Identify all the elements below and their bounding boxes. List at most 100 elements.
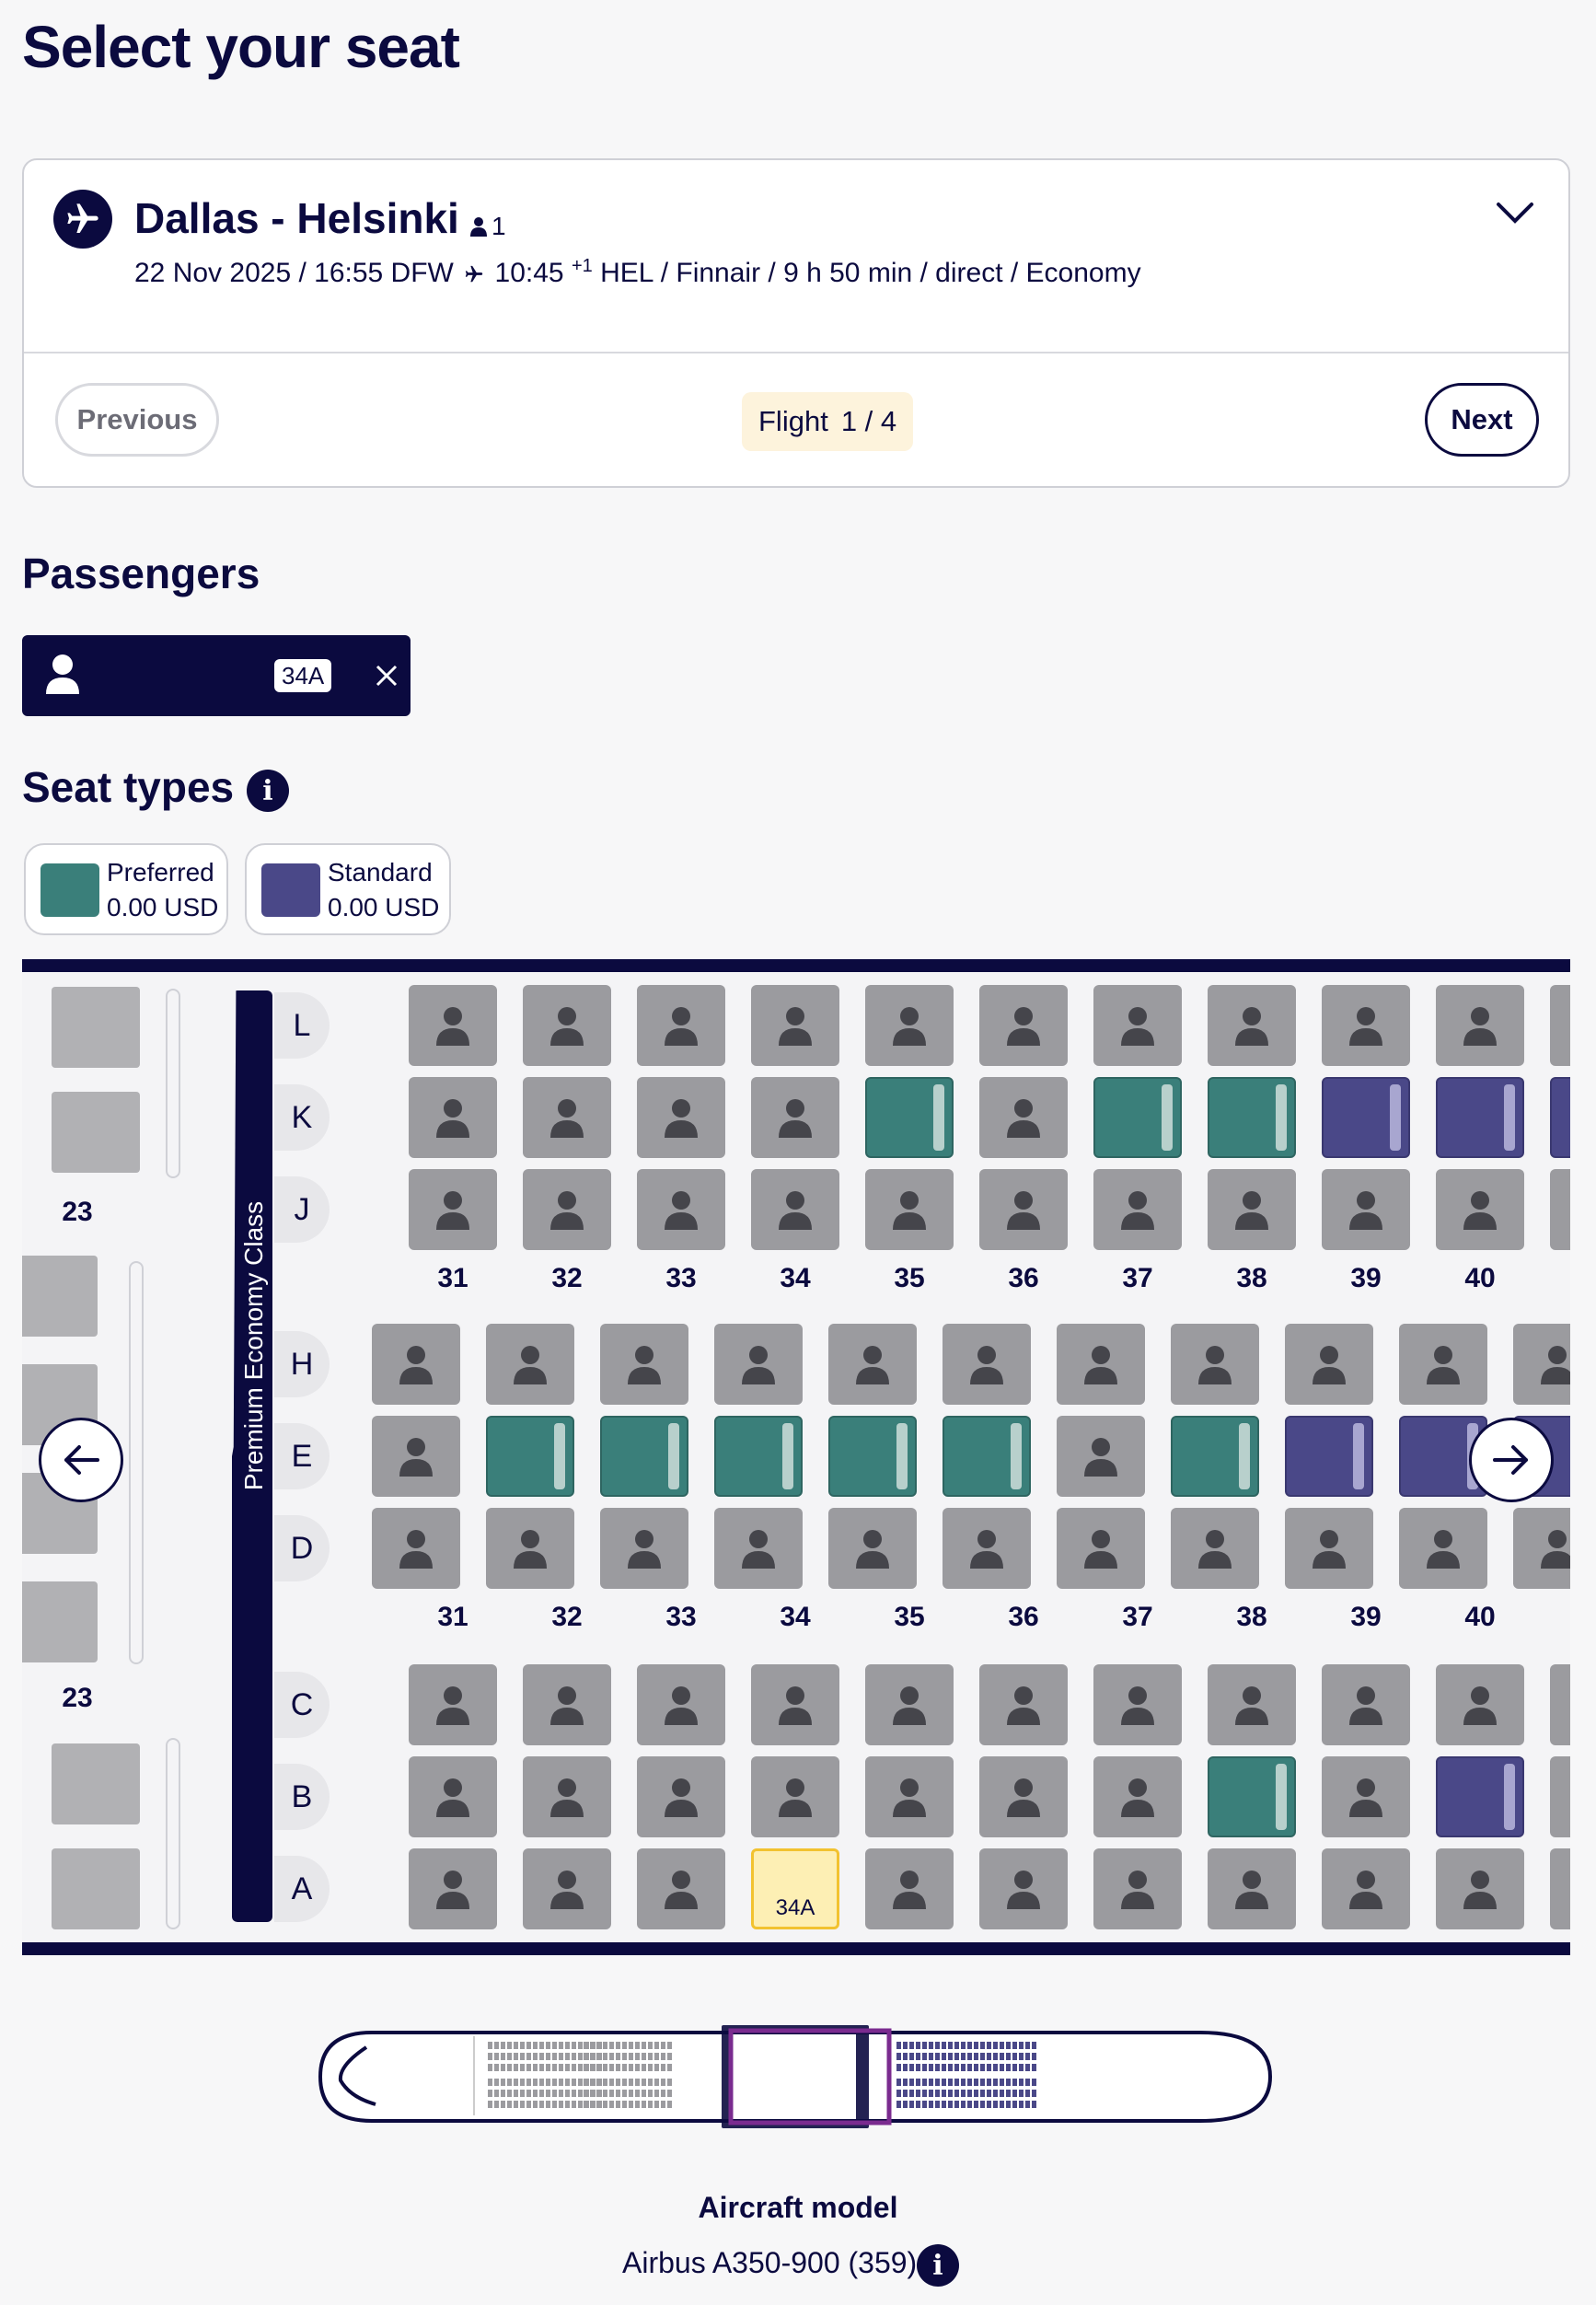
seat-34A[interactable]: 34A — [751, 1848, 839, 1929]
row-number-35: 35 — [894, 1263, 925, 1293]
mini-seat — [993, 2079, 998, 2086]
mini-seat — [603, 2064, 607, 2071]
mini-seat — [1032, 2079, 1036, 2086]
mini-seat — [961, 2079, 966, 2086]
passenger-chip[interactable]: 34A — [22, 635, 411, 716]
mini-seat — [622, 2079, 627, 2086]
standard-swatch — [261, 863, 320, 917]
mini-seat — [507, 2090, 512, 2097]
mini-seat — [1019, 2101, 1024, 2108]
seat-34K — [751, 1077, 839, 1158]
mini-seat — [993, 2090, 998, 2097]
column-letter-B: B — [274, 1764, 330, 1830]
mini-seat — [987, 2042, 991, 2049]
seat-40K[interactable] — [1436, 1077, 1524, 1158]
mini-seat — [1025, 2079, 1030, 2086]
mini-seat — [667, 2079, 672, 2086]
mini-seat — [916, 2053, 920, 2060]
next-button[interactable]: Next — [1425, 383, 1539, 457]
seat-35E[interactable] — [828, 1416, 917, 1497]
mini-seat — [552, 2064, 557, 2071]
previous-button[interactable]: Previous — [55, 383, 219, 457]
row-number-40: 40 — [1464, 1602, 1496, 1632]
aircraft-model-title: Aircraft model — [698, 2191, 898, 2224]
mini-seat — [584, 2053, 588, 2060]
seat-39K[interactable] — [1322, 1077, 1410, 1158]
seat-40H — [1399, 1324, 1487, 1405]
mini-seat — [539, 2042, 544, 2049]
front-row-number: 23 — [62, 1197, 93, 1227]
cabin-label: Premium Economy Class — [239, 1200, 268, 1491]
seat-40B[interactable] — [1436, 1756, 1524, 1837]
mini-seat — [629, 2042, 633, 2049]
flight-details-arrival-time: 10:45 — [494, 258, 564, 288]
mini-seat — [922, 2042, 927, 2049]
seat-39J — [1322, 1169, 1410, 1250]
chevron-down-icon[interactable] — [1493, 195, 1537, 232]
mini-seat — [961, 2090, 966, 2097]
seat-38E[interactable] — [1171, 1416, 1259, 1497]
seat-39H — [1285, 1324, 1373, 1405]
row-number-36: 36 — [1008, 1263, 1039, 1293]
mini-seat — [520, 2064, 525, 2071]
mini-seat — [980, 2042, 985, 2049]
mini-seat — [1032, 2101, 1036, 2108]
seat-36E[interactable] — [943, 1416, 1031, 1497]
mini-seat — [590, 2053, 595, 2060]
seat-38C — [1208, 1664, 1296, 1745]
seat-39E[interactable] — [1285, 1416, 1373, 1497]
seat-33E[interactable] — [600, 1416, 688, 1497]
info-icon[interactable]: i — [917, 2244, 959, 2287]
seat-34E[interactable] — [714, 1416, 803, 1497]
mini-seat — [572, 2064, 576, 2071]
row-number-34: 34 — [780, 1602, 811, 1632]
mini-seat — [622, 2053, 627, 2060]
close-icon[interactable] — [364, 654, 409, 698]
mini-seat — [603, 2090, 607, 2097]
map-top-bar — [22, 959, 1570, 972]
mini-seat — [603, 2053, 607, 2060]
seat-38K[interactable] — [1208, 1077, 1296, 1158]
seat-37K[interactable] — [1093, 1077, 1182, 1158]
mini-seat — [622, 2042, 627, 2049]
mini-seat — [909, 2053, 914, 2060]
seat-38B[interactable] — [1208, 1756, 1296, 1837]
scroll-right-button[interactable] — [1469, 1418, 1554, 1502]
row-number-33: 33 — [665, 1263, 697, 1293]
seat-32E[interactable] — [486, 1416, 574, 1497]
column-letter-H: H — [274, 1331, 330, 1397]
scroll-left-button[interactable] — [39, 1418, 123, 1502]
mini-seat — [494, 2064, 499, 2071]
mini-seat — [1019, 2064, 1024, 2071]
mini-seat — [974, 2053, 978, 2060]
mini-seat — [565, 2079, 570, 2086]
mini-seat — [520, 2101, 525, 2108]
seat-33H — [600, 1324, 688, 1405]
mini-seat — [539, 2064, 544, 2071]
info-icon[interactable]: i — [247, 770, 289, 812]
mini-seat — [1019, 2042, 1024, 2049]
seat-35K[interactable] — [865, 1077, 954, 1158]
mini-seat — [954, 2042, 959, 2049]
mini-seat — [609, 2090, 614, 2097]
mini-seat — [661, 2101, 665, 2108]
seat-37A — [1093, 1848, 1182, 1929]
legend-standard-name: Standard — [328, 858, 433, 886]
mini-seat — [488, 2053, 492, 2060]
mini-seat — [609, 2053, 614, 2060]
mini-seat — [507, 2101, 512, 2108]
mini-seat — [488, 2042, 492, 2049]
mini-seat — [1006, 2064, 1011, 2071]
mini-seat — [667, 2042, 672, 2049]
mini-seat — [967, 2042, 972, 2049]
mini-seat — [584, 2090, 588, 2097]
mini-seat — [1025, 2064, 1030, 2071]
mini-seat — [1000, 2090, 1004, 2097]
seat-35J — [865, 1169, 954, 1250]
mini-seat — [635, 2053, 640, 2060]
seat-34J — [751, 1169, 839, 1250]
mini-seat — [909, 2090, 914, 2097]
mini-seat — [1006, 2090, 1011, 2097]
mini-seat — [629, 2079, 633, 2086]
cabin-divider — [129, 1261, 144, 1664]
